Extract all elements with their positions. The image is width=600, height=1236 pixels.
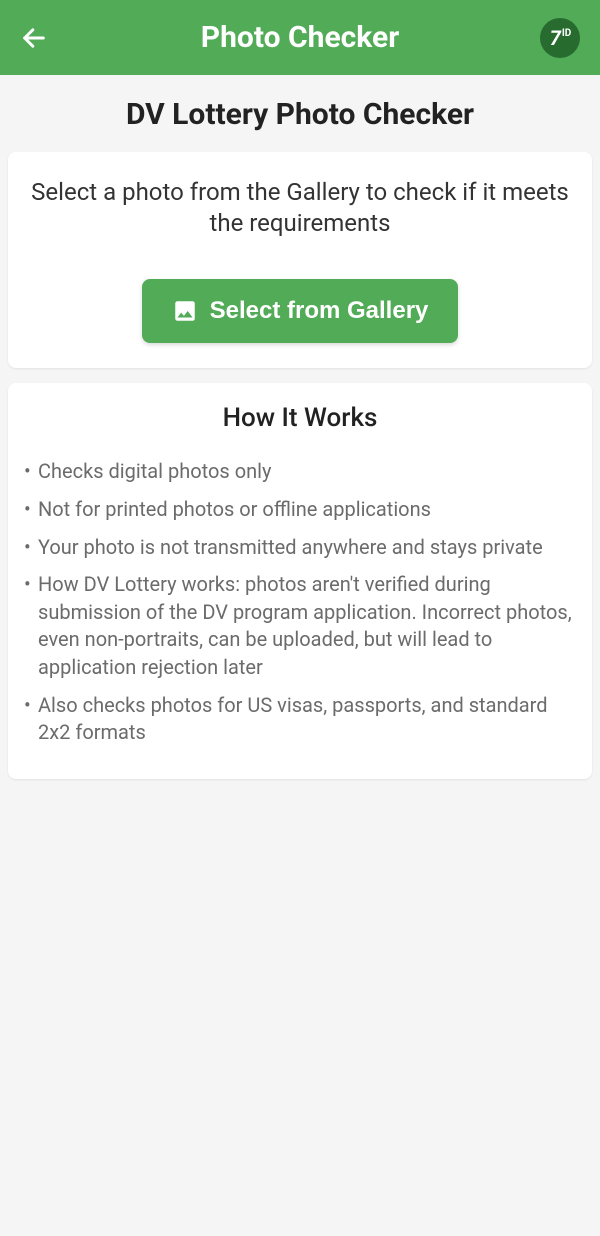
how-it-works-card: How It Works Checks digital photos only … [8,383,592,778]
image-icon [172,298,198,324]
back-button[interactable] [20,24,48,52]
list-item: Also checks photos for US visas, passpor… [24,692,576,747]
logo-sub: ID [562,28,571,39]
how-it-works-title: How It Works [24,403,576,433]
select-button-label: Select from Gallery [210,297,429,325]
instruction-text: Select a photo from the Gallery to check… [28,177,572,239]
list-item: Checks digital photos only [24,458,576,486]
select-from-gallery-button[interactable]: Select from Gallery [142,279,459,343]
app-header: Photo Checker 7 ID [0,0,600,75]
logo-main: 7 [550,26,561,50]
app-logo[interactable]: 7 ID [540,18,580,58]
list-item: Not for printed photos or offline applic… [24,496,576,524]
list-item: How DV Lottery works: photos aren't veri… [24,571,576,681]
arrow-left-icon [20,24,48,52]
how-it-works-list: Checks digital photos only Not for print… [24,458,576,746]
page-title: DV Lottery Photo Checker [0,97,600,132]
upload-card: Select a photo from the Gallery to check… [8,152,592,368]
header-title: Photo Checker [201,20,399,55]
list-item: Your photo is not transmitted anywhere a… [24,534,576,562]
